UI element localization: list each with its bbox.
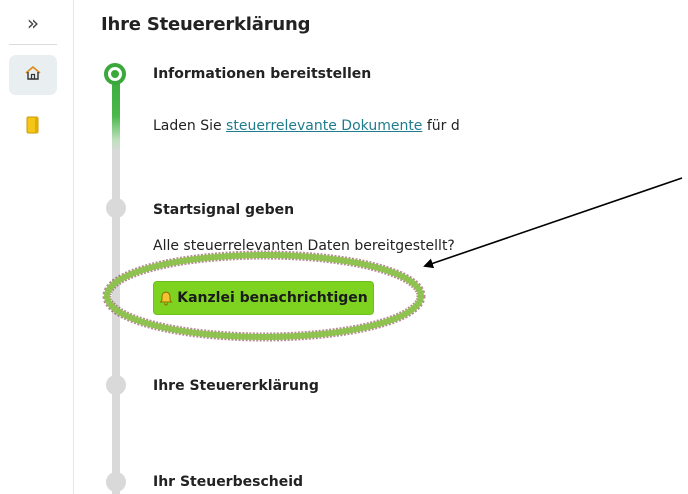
sidebar-item-home[interactable] bbox=[9, 55, 57, 95]
sidebar-divider bbox=[9, 44, 57, 45]
documents-link[interactable]: steuerrelevante Dokumente bbox=[226, 118, 422, 134]
step-indicator bbox=[106, 375, 126, 395]
step-title-informationen: Informationen bereitstellen bbox=[153, 66, 372, 82]
step-title-steuerbescheid: Ihr Steuerbescheid bbox=[153, 474, 304, 490]
notify-button-label: Kanzlei benachrichtigen bbox=[177, 290, 368, 306]
home-icon bbox=[24, 64, 42, 86]
page-title: Ihre Steuererklärung bbox=[101, 14, 311, 35]
step-description: Laden Sie steuerrelevante Dokumente für … bbox=[153, 118, 471, 134]
document-icon bbox=[26, 116, 40, 138]
step-title-steuererklaerung: Ihre Steuererklärung bbox=[153, 378, 319, 394]
sidebar: » bbox=[0, 0, 74, 494]
step-indicator bbox=[106, 472, 126, 492]
step-text: für d bbox=[422, 118, 460, 134]
expand-sidebar-button[interactable]: » bbox=[9, 6, 57, 40]
notify-office-button[interactable]: Kanzlei benachrichtigen bbox=[153, 281, 374, 315]
step-indicator bbox=[106, 198, 126, 218]
step-text: Laden Sie bbox=[153, 118, 227, 134]
sidebar-item-documents[interactable] bbox=[9, 107, 57, 147]
step-description: Alle steuerrelevanten Daten bereitgestel… bbox=[153, 238, 455, 254]
bell-icon bbox=[159, 291, 173, 306]
step-indicator-active bbox=[104, 63, 126, 85]
step-title-startsignal: Startsignal geben bbox=[153, 202, 295, 218]
